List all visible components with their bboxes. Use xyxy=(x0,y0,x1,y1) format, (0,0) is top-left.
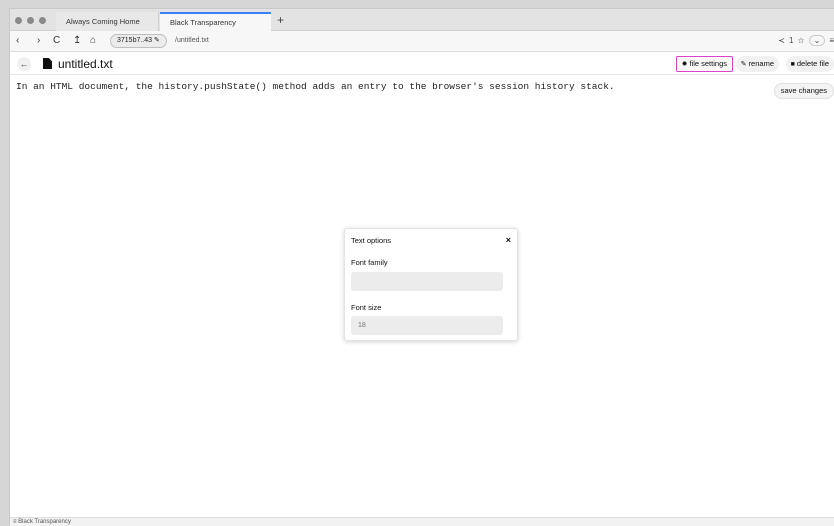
dialog-title: Text options xyxy=(351,236,392,245)
tab-strip: Always Coming Home Black Transparency + xyxy=(10,9,834,31)
save-changes-button[interactable]: save changes xyxy=(773,83,834,99)
browser-window: Always Coming Home Black Transparency + … xyxy=(9,8,834,526)
address-bar: ‹ › C ↥ ⌂ 3715b7..43 ✎ /untitled.txt ≺ 1 ☆… xyxy=(10,31,834,52)
text-options-dialog: Text options × Font family Font size xyxy=(344,228,518,341)
back-icon[interactable]: ‹ xyxy=(16,34,19,48)
font-size-label: Font size xyxy=(351,303,382,312)
back-arrow-button[interactable]: ← xyxy=(17,57,31,71)
up-icon[interactable]: ↥ xyxy=(73,34,81,48)
font-family-label: Font family xyxy=(351,258,388,267)
delete-file-button[interactable]: ■ delete file xyxy=(785,56,834,72)
new-tab-button[interactable]: + xyxy=(277,12,284,28)
url-host-pill[interactable]: 3715b7..43 ✎ xyxy=(110,34,167,48)
file-icon xyxy=(43,58,52,69)
trash-icon: ■ xyxy=(790,61,795,68)
browser-right-controls: ≺ 1 ☆ ⌄ ≡ xyxy=(770,34,834,48)
share-icon[interactable]: ≺ 1 xyxy=(774,36,793,45)
tab-label: Always Coming Home xyxy=(66,17,140,26)
zoom-window-dot[interactable] xyxy=(39,17,46,24)
status-bar: ≡ Black Transparency xyxy=(10,517,834,526)
gear-icon: ✹ xyxy=(681,61,688,68)
close-window-dot[interactable] xyxy=(15,17,22,24)
tab-label: Black Transparency xyxy=(170,18,236,27)
minimize-window-dot[interactable] xyxy=(27,17,34,24)
menu-icon[interactable]: ≡ xyxy=(829,36,834,45)
app-header: ← untitled.txt ✹ file settings ✎ rename ■ d… xyxy=(10,53,834,75)
forward-icon[interactable]: › xyxy=(37,34,40,48)
tab-black-transparency[interactable]: Black Transparency xyxy=(160,12,271,31)
url-path[interactable]: /untitled.txt xyxy=(175,34,209,48)
close-icon[interactable]: × xyxy=(506,234,511,246)
home-icon[interactable]: ⌂ xyxy=(90,34,96,48)
file-settings-button[interactable]: ✹ file settings xyxy=(675,56,733,72)
bookmark-star-icon[interactable]: ☆ xyxy=(797,36,804,45)
font-family-input[interactable] xyxy=(351,272,503,291)
rename-button[interactable]: ✎ rename xyxy=(735,56,779,72)
tab-always-coming-home[interactable]: Always Coming Home xyxy=(56,12,159,31)
reload-icon[interactable]: C xyxy=(53,34,60,48)
url-host: 3715b7..43 xyxy=(117,37,153,44)
edit-pencil-icon[interactable]: ✎ xyxy=(154,37,160,44)
text-editor[interactable]: In an HTML document, the history.pushSta… xyxy=(16,81,615,93)
file-title: untitled.txt xyxy=(58,57,113,71)
dropdown-chevron-icon[interactable]: ⌄ xyxy=(808,35,826,46)
pencil-icon: ✎ xyxy=(740,61,747,68)
font-size-input[interactable] xyxy=(351,316,503,335)
